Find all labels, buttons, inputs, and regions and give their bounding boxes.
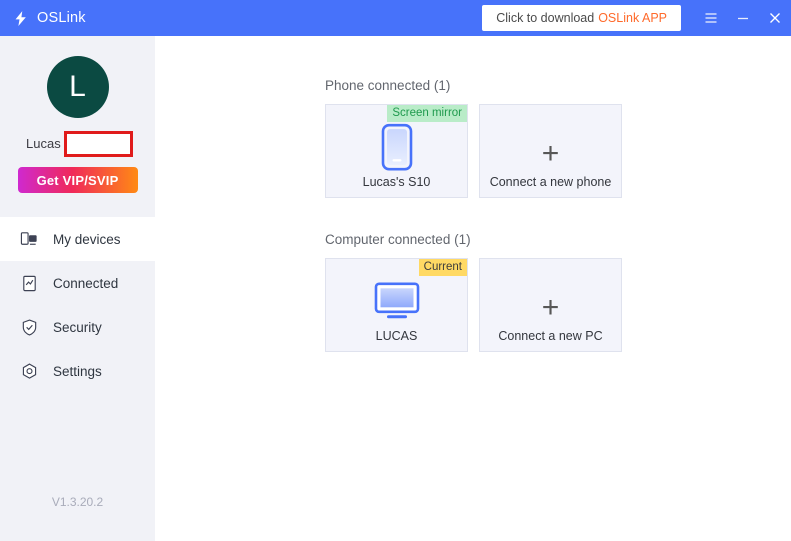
redacted-field: [64, 131, 133, 157]
app-brand: OSLink: [12, 10, 86, 27]
phone-section: Phone connected (1) Screen mirror Lucas'…: [325, 78, 791, 198]
sidebar-item-label: Connected: [53, 275, 119, 291]
sidebar: L Lucas Get VIP/SVIP My devices Connecte…: [0, 36, 155, 541]
download-app-button[interactable]: Click to download OSLink APP: [482, 5, 681, 31]
app-title: OSLink: [37, 10, 86, 26]
shield-check-icon: [20, 318, 39, 337]
lightning-bolt-icon: [12, 10, 29, 27]
connect-new-phone-label: Connect a new phone: [489, 175, 612, 189]
avatar[interactable]: L: [46, 56, 109, 118]
gear-hexagon-icon: [20, 362, 39, 381]
oslink-app-window: OSLink Click to download OSLink APP L Lu…: [0, 0, 791, 541]
sidebar-item-my-devices[interactable]: My devices: [0, 217, 155, 261]
username-row: Lucas: [0, 131, 155, 157]
device-card-phone[interactable]: Screen mirror Lucas's S10: [325, 104, 468, 198]
sidebar-item-connected[interactable]: Connected: [0, 261, 155, 305]
sidebar-item-label: Security: [53, 319, 102, 335]
connect-new-pc-label: Connect a new PC: [498, 329, 603, 343]
main-content: Phone connected (1) Screen mirror Lucas'…: [155, 36, 791, 541]
computer-card-row: Current LUCAS + Connect a new PC: [325, 258, 791, 352]
connect-new-phone-card[interactable]: + Connect a new phone: [479, 104, 622, 198]
titlebar-controls: Click to download OSLink APP: [482, 0, 791, 36]
window-buttons: [695, 0, 791, 36]
username-label: Lucas: [26, 136, 61, 151]
hamburger-menu-icon[interactable]: [695, 0, 727, 36]
version-label: V1.3.20.2: [51, 495, 104, 509]
section-title: Computer connected (1): [325, 232, 471, 247]
download-accent-label: OSLink APP: [598, 11, 667, 25]
device-name: Lucas's S10: [362, 175, 431, 189]
device-card-computer[interactable]: Current LUCAS: [325, 258, 468, 352]
connect-new-pc-card[interactable]: + Connect a new PC: [479, 258, 622, 352]
plus-icon: +: [541, 137, 560, 170]
title-bar: OSLink Click to download OSLink APP: [0, 0, 791, 36]
status-badge: Current: [418, 259, 467, 276]
user-profile: L Lucas Get VIP/SVIP: [0, 36, 155, 193]
sidebar-item-label: Settings: [53, 363, 102, 379]
minimize-icon[interactable]: [727, 0, 759, 36]
sidebar-nav: My devices Connected Security Settings: [0, 217, 155, 393]
app-body: L Lucas Get VIP/SVIP My devices Connecte…: [0, 36, 791, 541]
section-title: Phone connected (1): [325, 78, 451, 93]
phone-card-row: Screen mirror Lucas's S10 + Connect a ne…: [325, 104, 791, 198]
device-name: LUCAS: [375, 329, 418, 343]
sidebar-item-settings[interactable]: Settings: [0, 349, 155, 393]
devices-icon: [20, 230, 39, 249]
connected-report-icon: [20, 274, 39, 293]
monitor-icon: [374, 282, 420, 322]
plus-icon: +: [541, 291, 560, 324]
computer-section: Computer connected (1) Current LUCAS + C…: [325, 232, 791, 352]
sidebar-item-security[interactable]: Security: [0, 305, 155, 349]
get-vip-button[interactable]: Get VIP/SVIP: [17, 167, 138, 193]
close-icon[interactable]: [759, 0, 791, 36]
sidebar-item-label: My devices: [53, 231, 121, 247]
status-badge: Screen mirror: [387, 105, 467, 122]
phone-icon: [381, 123, 413, 171]
download-label: Click to download: [496, 11, 595, 25]
